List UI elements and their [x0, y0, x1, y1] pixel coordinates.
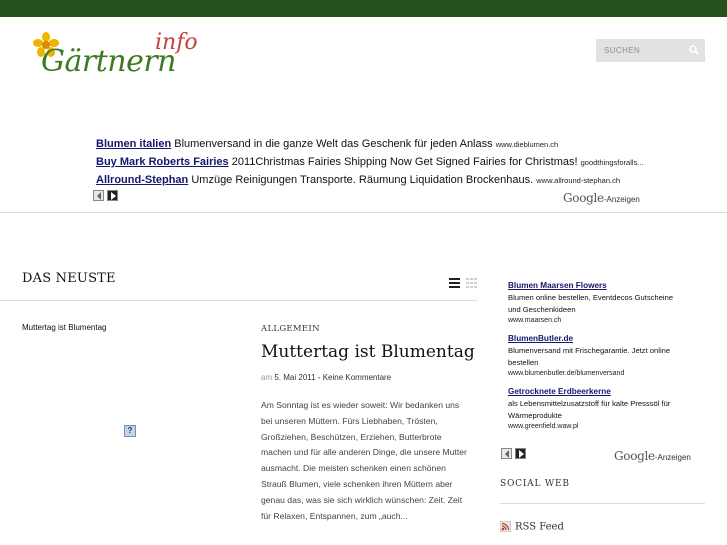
sidebar-ad-description: Blumenversand mit Frischegarantie. Jetzt…	[508, 346, 671, 367]
sidebar-ad-url[interactable]: www.blumenbutler.de/blumenversand	[508, 368, 678, 379]
rss-feed-label[interactable]: RSS Feed	[515, 521, 564, 532]
ad-next-button[interactable]	[107, 190, 118, 201]
search-icon[interactable]	[689, 45, 699, 55]
sidebar-ad-title[interactable]: Blumen Maarsen Flowers	[508, 280, 678, 292]
rss-icon	[500, 521, 511, 533]
sidebar-ad[interactable]: Blumen Maarsen Flowers Blumen online bes…	[508, 280, 678, 326]
grid-view-icon[interactable]	[466, 278, 477, 288]
ad-description: Blumenversand in die ganze Welt das Gesc…	[174, 138, 493, 150]
divider	[0, 300, 477, 301]
ad-title[interactable]: Allround-Stephan	[96, 174, 188, 186]
ad-title[interactable]: Buy Mark Roberts Fairies	[96, 156, 229, 168]
search-placeholder[interactable]: SUCHEN	[604, 46, 640, 55]
sidebar-ad[interactable]: Getrocknete Erdbeerkerne als Lebensmitte…	[508, 386, 678, 432]
post-title[interactable]: Muttertag ist Blumentag	[261, 342, 475, 362]
google-brand: Google	[614, 449, 655, 463]
list-view-icon[interactable]	[449, 278, 460, 288]
ads-suffix: -Anzeigen	[654, 453, 691, 462]
top-bar	[0, 0, 727, 17]
post-meta: am 5. Mai 2011 - Keine Kommentare	[261, 373, 391, 382]
sidebar-ad-description: als Lebensmittelzusatzstoff für kalte Pr…	[508, 399, 671, 420]
post-comments-link[interactable]: Keine Kommentare	[323, 373, 391, 382]
post-excerpt: Am Sonntag ist es wieder soweit: Wir bed…	[261, 400, 467, 521]
sidebar-ad-prev-button[interactable]	[501, 448, 512, 459]
google-ads-label[interactable]: Google-Anzeigen	[563, 189, 640, 207]
ad-description: Umzüge Reinigungen Transporte. Räumung L…	[191, 174, 534, 186]
search-box[interactable]: SUCHEN	[596, 39, 705, 62]
meta-separator: -	[315, 373, 323, 382]
divider	[0, 212, 727, 213]
broken-image-icon[interactable]: ?	[124, 425, 136, 437]
top-ad-block: Blumen italien Blumenversand in die ganz…	[96, 137, 656, 191]
ads-suffix: -Anzeigen	[603, 195, 640, 204]
sidebar-ad-url[interactable]: www.maarsen.ch	[508, 315, 678, 326]
section-title: DAS NEUSTE	[22, 271, 116, 286]
sidebar-ad-title[interactable]: BlumenButler.de	[508, 333, 678, 345]
google-ads-label[interactable]: Google-Anzeigen	[614, 447, 691, 465]
sidebar-ad[interactable]: BlumenButler.de Blumenversand mit Frisch…	[508, 333, 678, 379]
ad-line[interactable]: Buy Mark Roberts Fairies 2011Christmas F…	[96, 155, 656, 173]
sidebar-ad-description: Blumen online bestellen, Eventdecos Guts…	[508, 293, 674, 314]
sidebar-ad-next-button[interactable]	[515, 448, 526, 459]
ad-url[interactable]: www.allround-stephan.ch	[536, 176, 620, 185]
chevron-right-icon	[111, 192, 116, 200]
ad-description: 2011Christmas Fairies Shipping Now Get S…	[231, 156, 578, 168]
meta-prefix: am	[261, 373, 273, 382]
post-thumbnail-title[interactable]: Muttertag ist Blumentag	[22, 323, 106, 332]
sidebar-ad-url[interactable]: www.greenfield.waw.pl	[508, 421, 678, 432]
ad-url[interactable]: www.dieblumen.ch	[496, 140, 559, 149]
post-category[interactable]: ALLGEMEIN	[261, 324, 320, 334]
chevron-left-icon	[97, 192, 101, 200]
rss-feed-link[interactable]: RSS Feed	[500, 518, 564, 536]
ad-url[interactable]: goodthingsforalls...	[581, 158, 644, 167]
divider	[500, 503, 705, 504]
sidebar-ad-block: Blumen Maarsen Flowers Blumen online bes…	[508, 280, 678, 439]
logo-suffix: info	[155, 30, 198, 55]
sidebar-ad-title[interactable]: Getrocknete Erdbeerkerne	[508, 386, 678, 398]
social-web-heading: SOCIAL WEB	[500, 479, 570, 489]
ad-line[interactable]: Blumen italien Blumenversand in die ganz…	[96, 137, 656, 155]
site-logo[interactable]: Gärtnern info	[33, 30, 208, 84]
google-brand: Google	[563, 191, 604, 205]
chevron-right-icon	[519, 450, 524, 458]
ad-title[interactable]: Blumen italien	[96, 138, 171, 150]
ad-prev-button[interactable]	[93, 190, 104, 201]
chevron-left-icon	[505, 450, 509, 458]
post-date: 5. Mai 2011	[274, 373, 316, 382]
